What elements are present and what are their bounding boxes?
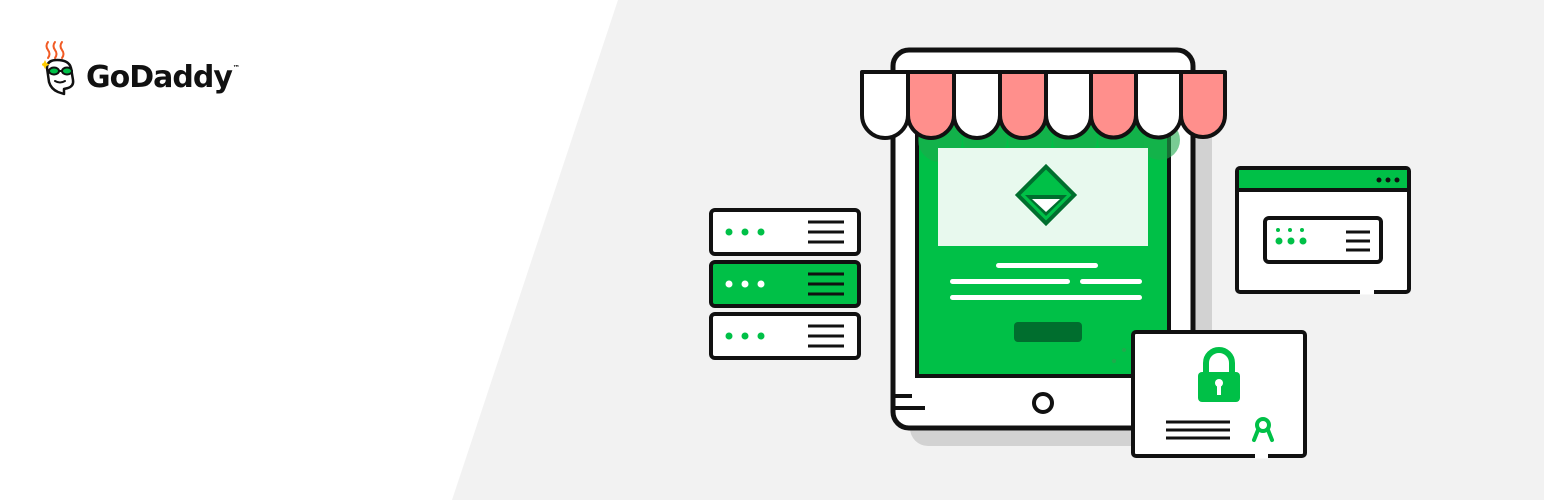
- server-rack-illustration: [709, 208, 861, 360]
- ssl-certificate-illustration: [1131, 330, 1307, 459]
- browser-window-illustration: [1235, 166, 1411, 295]
- hero-banner: GoDaddy ™: [0, 0, 1544, 500]
- awning: [860, 70, 1227, 140]
- hosting-illustration: [709, 47, 1411, 459]
